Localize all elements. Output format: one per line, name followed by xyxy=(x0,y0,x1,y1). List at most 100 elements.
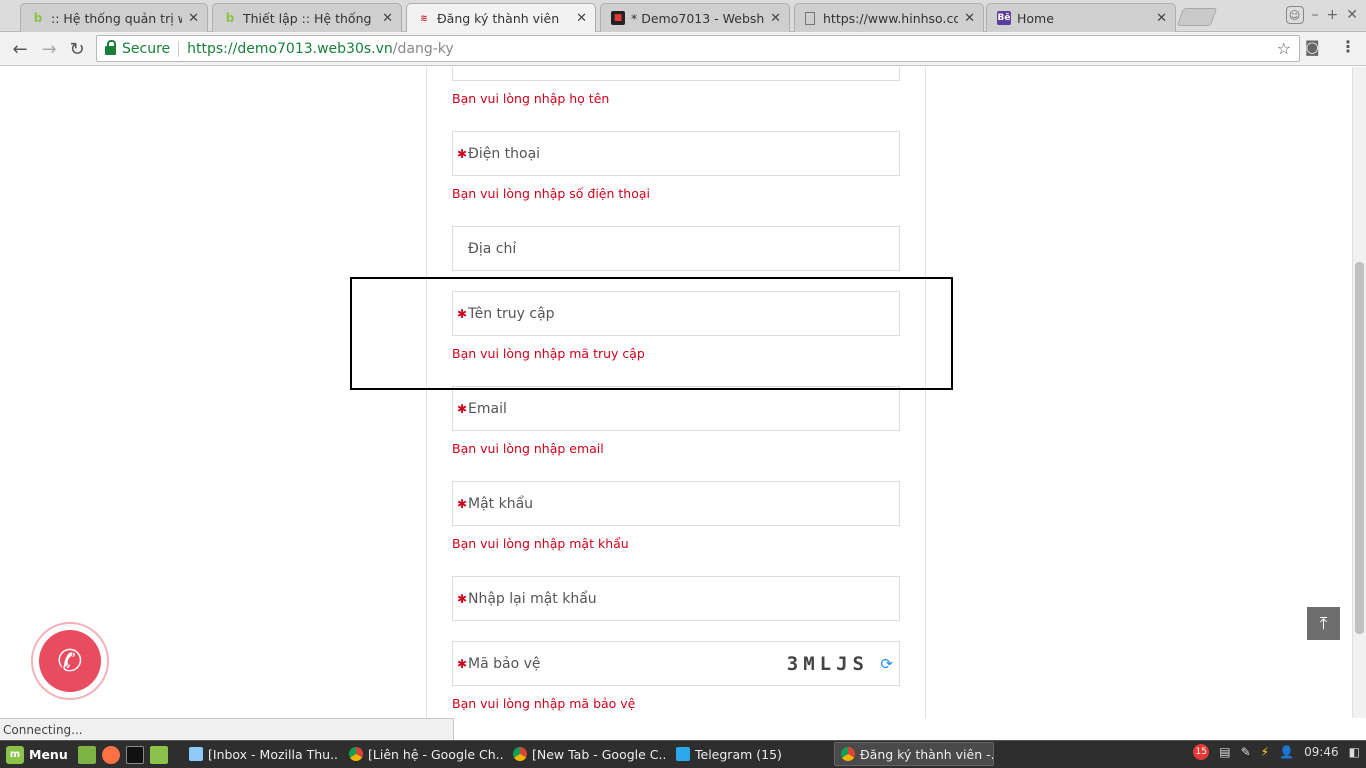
arrow-up-icon: ⤒ xyxy=(1319,613,1328,634)
camera-icon[interactable]: ◙ xyxy=(1305,38,1320,56)
chrome-icon xyxy=(513,747,527,761)
terminal-icon[interactable] xyxy=(125,745,144,764)
document-icon xyxy=(805,11,815,25)
email-field[interactable]: ✱ Email xyxy=(452,386,900,431)
captcha-placeholder: Mã bảo vệ xyxy=(468,655,541,672)
taskbar-item-chrome-newtab[interactable]: [New Tab - Google C... xyxy=(507,742,665,766)
site-logo-icon: ≋ xyxy=(420,13,428,24)
close-icon[interactable]: ✕ xyxy=(576,11,587,26)
status-bubble: Connecting... xyxy=(0,718,454,740)
phone-error: Bạn vui lòng nhập số điện thoại xyxy=(452,186,650,201)
tab-register[interactable]: ≋ Đăng ký thành viên ✕ xyxy=(406,3,596,33)
behance-icon: Bē xyxy=(997,11,1011,25)
vertical-scrollbar[interactable] xyxy=(1352,67,1366,718)
required-mark: ✱ xyxy=(457,146,468,161)
close-window-icon[interactable]: ✕ xyxy=(1346,7,1358,23)
clock[interactable]: 09:46 xyxy=(1304,745,1339,759)
captcha-field[interactable]: ✱ Mã bảo vệ 3MLJS ⟳ xyxy=(452,641,900,686)
close-icon[interactable]: ✕ xyxy=(188,11,199,26)
address-field[interactable]: Địa chỉ xyxy=(452,226,900,271)
phone-field[interactable]: ✱ Điện thoại xyxy=(452,131,900,176)
switch-workspace-icon[interactable]: ◧ xyxy=(1349,745,1360,759)
fullname-field[interactable] xyxy=(452,67,900,81)
taskbar-item-chrome-register[interactable]: Đăng ký thành viên -... xyxy=(834,742,994,766)
network-icon[interactable]: ⚡ xyxy=(1261,745,1269,759)
password-placeholder: Mật khẩu xyxy=(468,495,534,512)
url-host: https://demo7013.web30s.vn xyxy=(187,40,393,57)
highlight-box xyxy=(350,277,953,390)
confirm-password-placeholder: Nhập lại mật khẩu xyxy=(468,590,597,607)
password-error: Bạn vui lòng nhập mật khẩu xyxy=(452,536,629,551)
profile-icon[interactable]: ☺ xyxy=(1285,6,1304,24)
captcha-error: Bạn vui lòng nhập mã bảo vệ xyxy=(452,696,636,711)
tab-settings[interactable]: b Thiết lập :: Hệ thống quả ✕ xyxy=(212,3,402,32)
telegram-icon xyxy=(676,747,690,761)
pen-icon[interactable]: ✎ xyxy=(1241,745,1251,759)
maximize-icon[interactable]: + xyxy=(1327,7,1339,23)
folder-icon[interactable] xyxy=(149,745,168,764)
register-form: Bạn vui lòng nhập họ tên ✱ Điện thoại Bạ… xyxy=(426,67,926,718)
system-tray: 15 ▤ ✎ ⚡ 👤 09:46 ◧ xyxy=(1193,744,1360,760)
email-placeholder: Email xyxy=(468,400,507,417)
call-button[interactable]: ✆ xyxy=(31,622,109,700)
tab-title: Home xyxy=(1017,10,1054,26)
thunderbird-icon xyxy=(189,747,203,761)
phone-placeholder: Điện thoại xyxy=(468,145,541,162)
email-error: Bạn vui lòng nhập email xyxy=(452,441,604,456)
close-icon[interactable]: ✕ xyxy=(382,11,393,26)
required-mark: ✱ xyxy=(457,591,468,606)
cms-icon: ■ xyxy=(611,11,625,25)
secure-label: Secure xyxy=(122,40,171,57)
tab-title: Đăng ký thành viên xyxy=(437,11,560,26)
mint-logo-icon[interactable]: m xyxy=(6,745,24,764)
start-menu-label[interactable]: Menu xyxy=(29,747,68,762)
firefox-icon[interactable] xyxy=(101,745,120,764)
taskbar-item-thunderbird[interactable]: [Inbox - Mozilla Thu... xyxy=(183,742,338,766)
close-icon[interactable]: ✕ xyxy=(770,11,781,26)
required-mark: ✱ xyxy=(457,656,468,671)
tab-admin[interactable]: b :: Hệ thống quản trị web ✕ xyxy=(20,3,208,32)
taskbar-item-chrome-contact[interactable]: [Liên hệ - Google Ch... xyxy=(343,742,503,766)
show-desktop-icon[interactable] xyxy=(77,745,96,764)
back-arrow-icon[interactable]: ← xyxy=(8,37,32,61)
close-icon[interactable]: ✕ xyxy=(964,11,975,26)
close-icon[interactable]: ✕ xyxy=(1156,11,1167,26)
notification-badge[interactable]: 15 xyxy=(1193,744,1210,760)
user-icon[interactable]: 👤 xyxy=(1279,745,1294,759)
tab-title: * Demo7013 - Webshop xyxy=(631,10,765,26)
taskbar-item-telegram[interactable]: Telegram (15) xyxy=(670,742,830,766)
page-viewport: Bạn vui lòng nhập họ tên ✱ Điện thoại Bạ… xyxy=(0,67,1352,718)
chrome-icon xyxy=(349,747,363,761)
new-tab-button[interactable] xyxy=(1176,8,1218,26)
divider xyxy=(178,40,180,57)
bookmark-star-icon[interactable]: ☆ xyxy=(1277,39,1291,58)
refresh-icon[interactable]: ⟳ xyxy=(880,655,893,673)
confirm-password-field[interactable]: ✱ Nhập lại mật khẩu xyxy=(452,576,900,621)
reload-icon[interactable]: ↻ xyxy=(65,37,89,61)
back-to-top-button[interactable]: ⤒ xyxy=(1307,607,1340,640)
forward-arrow-icon[interactable]: → xyxy=(37,37,61,61)
tab-title: Thiết lập :: Hệ thống quả xyxy=(243,10,376,26)
tab-strip: b :: Hệ thống quản trị web ✕ b Thiết lập… xyxy=(0,0,1366,33)
password-field[interactable]: ✱ Mật khẩu xyxy=(452,481,900,526)
window-controls: ☺ – + ✕ xyxy=(1285,6,1358,24)
browser-toolbar: ← → ↻ Secure https://demo7013.web30s.vn /… xyxy=(0,32,1366,66)
address-bar[interactable]: Secure https://demo7013.web30s.vn/dang-k… xyxy=(96,35,1300,62)
quick-launch xyxy=(77,745,168,764)
fullname-error: Bạn vui lòng nhập họ tên xyxy=(452,91,610,106)
required-mark: ✱ xyxy=(457,496,468,511)
minimize-icon[interactable]: – xyxy=(1312,7,1319,23)
b-icon: b xyxy=(33,11,43,25)
scrollbar-thumb[interactable] xyxy=(1355,262,1364,634)
tab-hinhso[interactable]: https://www.hinhso.com ✕ xyxy=(794,3,984,32)
address-placeholder: Địa chỉ xyxy=(468,240,517,257)
menu-dots-icon[interactable]: ⋮ xyxy=(1340,37,1356,56)
phone-icon: ✆ xyxy=(39,630,101,692)
tab-home[interactable]: Bē Home ✕ xyxy=(986,3,1176,32)
tab-webshop[interactable]: ■ * Demo7013 - Webshop ✕ xyxy=(600,3,790,32)
captcha-image: 3MLJS xyxy=(786,652,869,675)
tab-title: :: Hệ thống quản trị web xyxy=(51,10,182,26)
display-icon[interactable]: ▤ xyxy=(1219,745,1230,759)
required-mark: ✱ xyxy=(457,401,468,416)
lock-icon xyxy=(105,40,116,55)
